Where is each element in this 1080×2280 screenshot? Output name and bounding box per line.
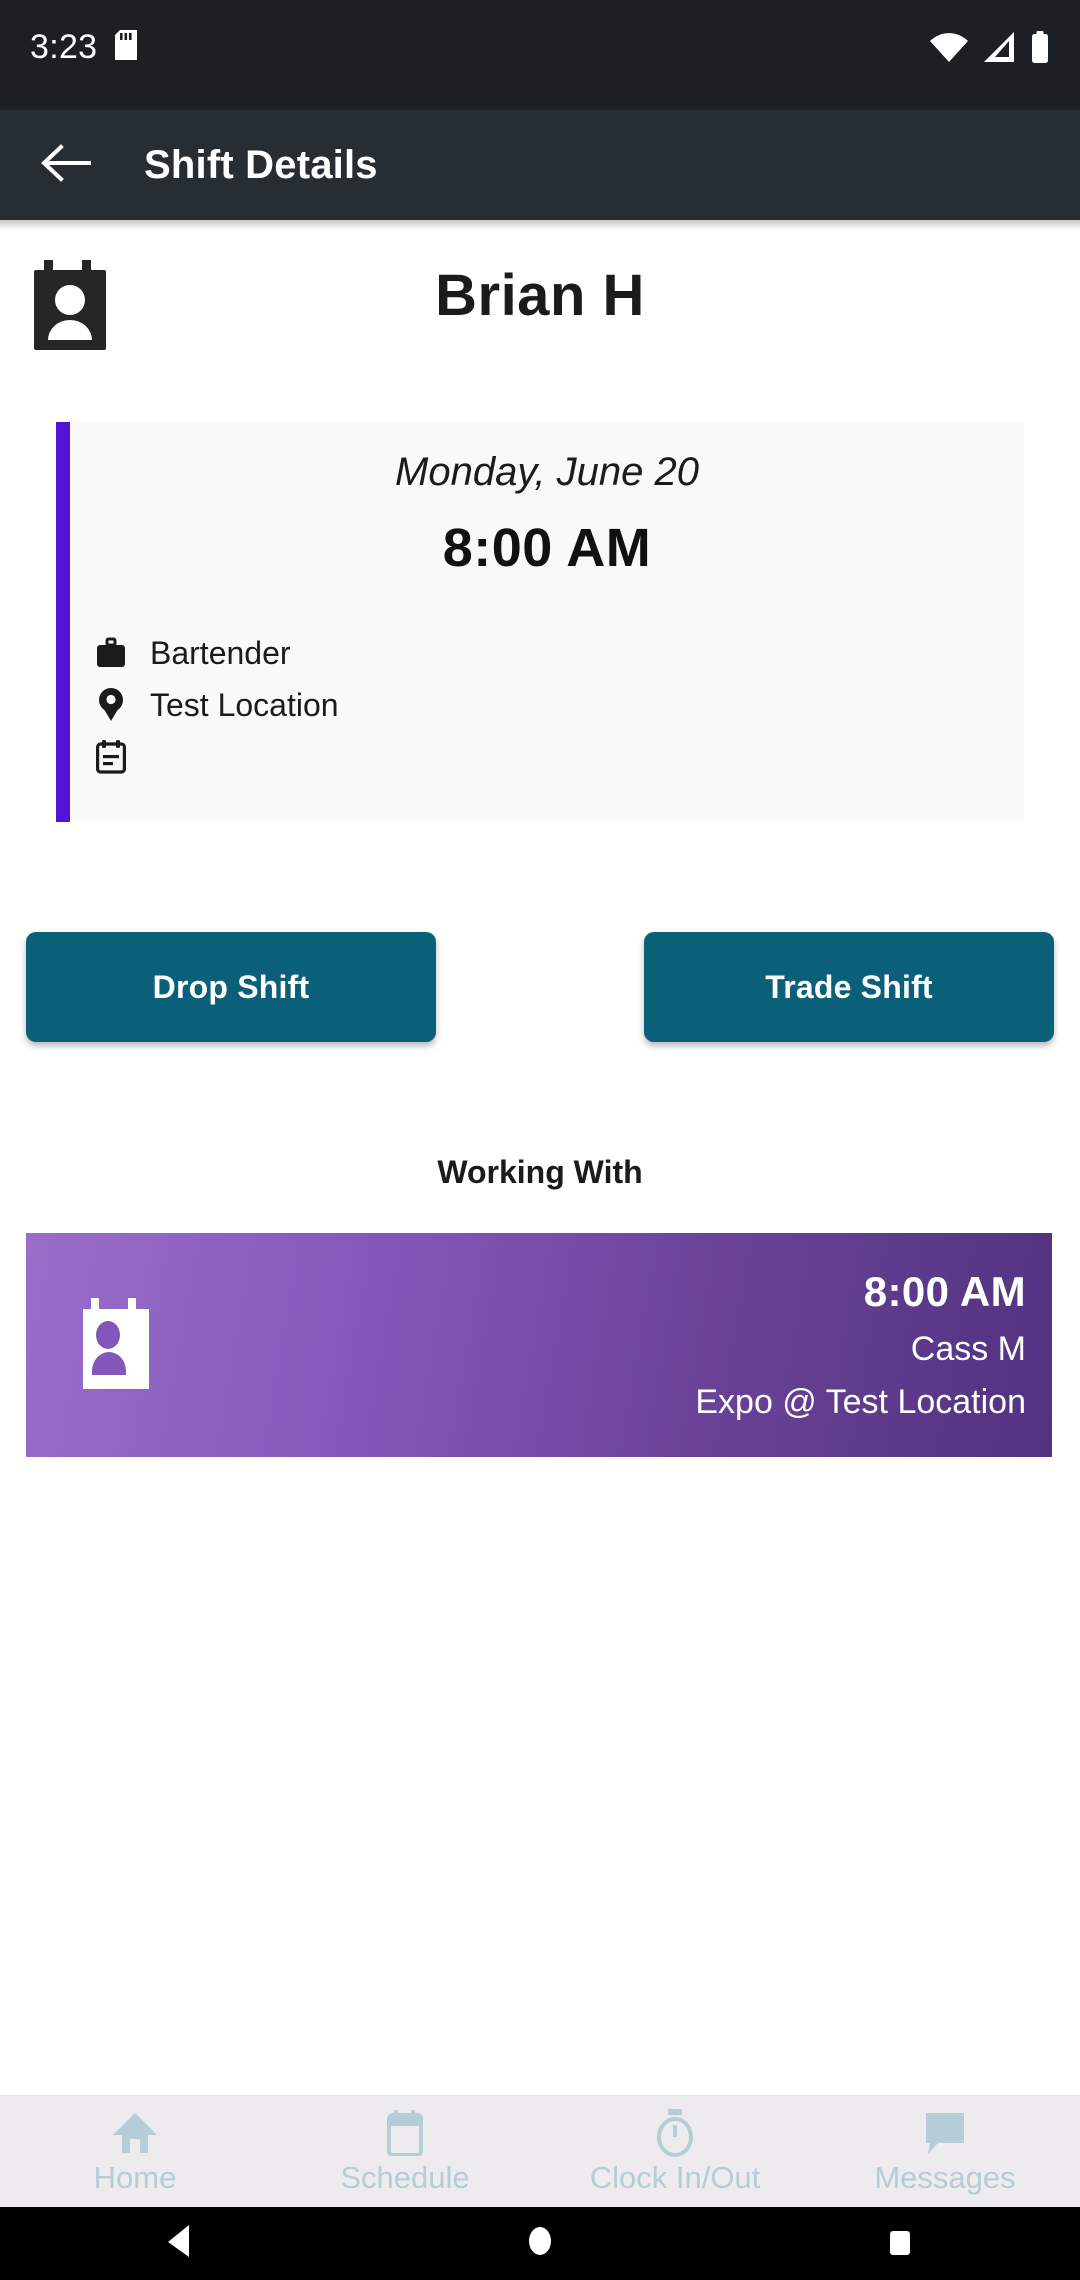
battery-icon [1030, 31, 1050, 68]
profile-name: Brian H [435, 263, 645, 328]
calendar-note-icon [94, 739, 128, 775]
back-button[interactable] [36, 134, 98, 196]
contact-card-icon [78, 1298, 156, 1392]
contact-card-icon [30, 260, 110, 356]
recents-square-icon [886, 2224, 914, 2263]
shift-card: Monday, June 20 8:00 AM Bartender Test L… [56, 422, 1024, 822]
nav-label-home: Home [93, 2159, 177, 2195]
shift-location-label: Test Location [150, 686, 339, 723]
shift-card-body: Monday, June 20 8:00 AM Bartender Test L… [70, 422, 1024, 822]
shift-meta-list: Bartender Test Location [70, 627, 1024, 783]
working-with-title: Working With [437, 1154, 643, 1190]
briefcase-icon [94, 635, 128, 671]
drop-shift-button[interactable]: Drop Shift [26, 932, 436, 1042]
home-circle-icon [527, 2224, 553, 2263]
bottom-navigation: Home Schedule Clock In/Out Messages [0, 2095, 1080, 2207]
back-triangle-icon [165, 2224, 195, 2263]
nav-label-schedule: Schedule [340, 2159, 470, 2195]
shift-time: 8:00 AM [442, 518, 652, 578]
coworker-name: Cass M [910, 1330, 1026, 1368]
nav-item-home[interactable]: Home [0, 2096, 270, 2207]
coworker-time: 8:00 AM [863, 1268, 1026, 1315]
nav-item-clock[interactable]: Clock In/Out [540, 2096, 810, 2207]
status-bar-left: 3:23 [30, 28, 138, 66]
shift-actions: Drop Shift Trade Shift [26, 932, 1054, 1042]
shift-meta-location: Test Location [94, 679, 1024, 731]
page-title: Shift Details [144, 142, 378, 187]
shift-role-label: Bartender [150, 634, 291, 671]
stopwatch-icon [653, 2108, 697, 2157]
coworker-card[interactable]: 8:00 AM Cass M Expo @ Test Location [26, 1233, 1052, 1457]
coworker-role-location: Expo @ Test Location [695, 1383, 1026, 1421]
system-recents-button[interactable] [855, 2218, 945, 2270]
status-bar-right [930, 28, 1050, 68]
location-pin-icon [94, 687, 128, 723]
coworker-info: 8:00 AM Cass M Expo @ Test Location [695, 1268, 1026, 1422]
app-bar-shadow [0, 220, 1080, 230]
shift-meta-role: Bartender [94, 627, 1024, 679]
nav-label-messages: Messages [874, 2159, 1016, 2195]
system-back-button[interactable] [135, 2218, 225, 2270]
status-clock: 3:23 [30, 28, 98, 66]
wifi-icon [930, 32, 968, 67]
message-icon [922, 2109, 968, 2157]
calendar-icon [384, 2109, 426, 2157]
shift-date: Monday, June 20 [395, 450, 699, 494]
status-bar: 3:23 [0, 0, 1080, 110]
arrow-left-icon [41, 142, 93, 189]
home-icon [112, 2109, 158, 2157]
shift-accent-bar [56, 422, 70, 822]
shift-meta-note [94, 731, 1024, 783]
app-bar: Shift Details [0, 110, 1080, 220]
nav-item-schedule[interactable]: Schedule [270, 2096, 540, 2207]
system-home-button[interactable] [495, 2218, 585, 2270]
trade-shift-button[interactable]: Trade Shift [644, 932, 1054, 1042]
main-content: Brian H Monday, June 20 8:00 AM Bartende… [0, 220, 1080, 1985]
profile-header: Brian H [0, 220, 1080, 360]
system-navigation-bar [0, 2207, 1080, 2280]
nav-label-clock: Clock In/Out [589, 2159, 761, 2195]
cellular-signal-icon [982, 32, 1016, 67]
sd-card-icon [115, 29, 138, 65]
nav-item-messages[interactable]: Messages [810, 2096, 1080, 2207]
